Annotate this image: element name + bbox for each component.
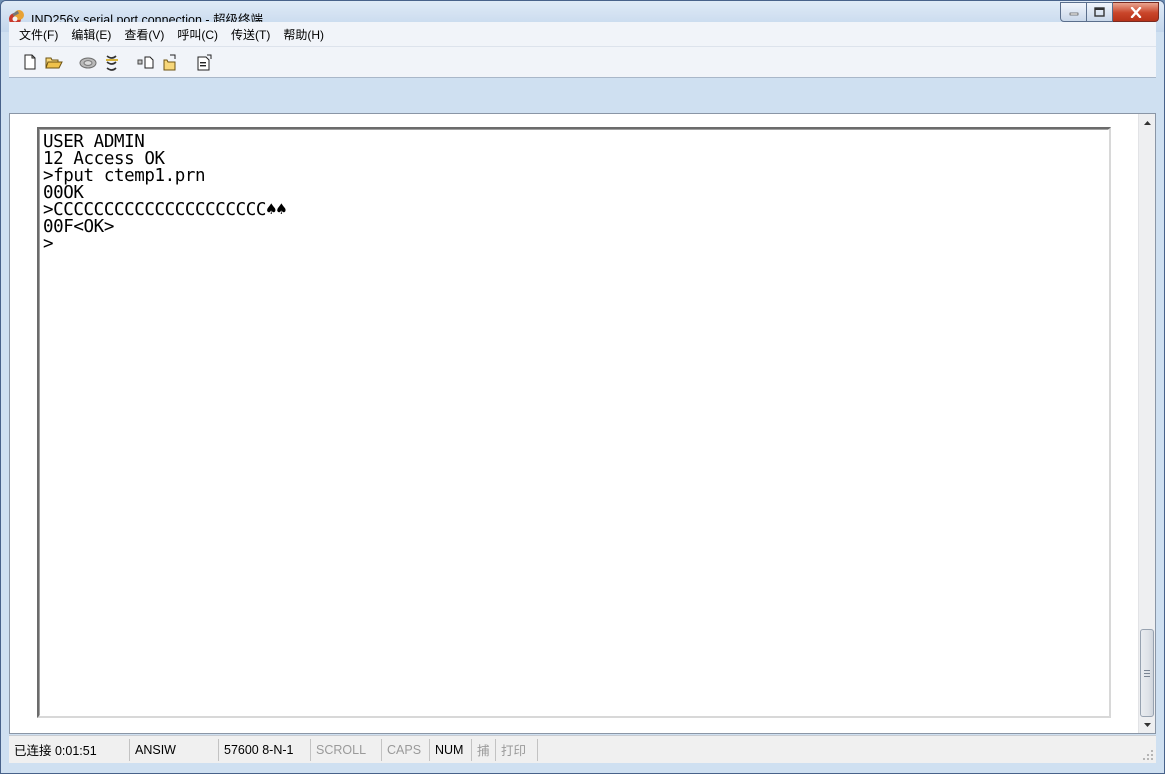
phone-call-icon [79, 57, 97, 69]
status-print: 打印 [496, 738, 538, 761]
toolbar [9, 47, 1156, 78]
properties-button[interactable] [194, 52, 214, 72]
vertical-scrollbar[interactable] [1138, 114, 1155, 733]
arrow-up-icon [1143, 120, 1151, 125]
status-scroll: SCROLL [311, 738, 382, 761]
caption-buttons [1060, 2, 1159, 22]
scrollbar-grip-icon [1144, 669, 1150, 677]
status-caps: CAPS [382, 738, 430, 761]
minimize-button[interactable] [1060, 2, 1087, 22]
menu-help[interactable]: 帮助(H) [283, 26, 324, 43]
new-connection-button[interactable] [20, 52, 40, 72]
menu-bar: 文件(F) 编辑(E) 查看(V) 呼叫(C) 传送(T) 帮助(H) [9, 22, 1156, 47]
disconnect-icon [106, 54, 118, 71]
terminal-line: 00F<OK> [43, 217, 114, 237]
minimize-icon [1069, 12, 1078, 16]
menu-view[interactable]: 查看(V) [124, 26, 164, 43]
scrollbar-thumb[interactable] [1140, 629, 1154, 717]
maximize-icon [1094, 7, 1105, 17]
hyperterminal-window: IND256x serial port connection - 超级终端 文件… [0, 0, 1165, 774]
close-icon [1130, 6, 1141, 18]
menu-call[interactable]: 呼叫(C) [177, 26, 218, 43]
scroll-up-button[interactable] [1139, 114, 1155, 131]
send-file-icon [137, 56, 154, 69]
status-capture: 捕 [472, 738, 496, 761]
status-emulation: ANSIW [130, 738, 219, 761]
arrow-down-icon [1143, 722, 1151, 727]
receive-button[interactable] [160, 52, 180, 72]
resize-grip-icon[interactable] [1142, 749, 1154, 761]
status-port-settings: 57600 8-N-1 [219, 738, 311, 761]
open-folder-icon [45, 57, 63, 68]
status-bar: 已连接 0:01:51 ANSIW 57600 8-N-1 SCROLL CAP… [9, 735, 1156, 763]
new-document-icon [24, 54, 36, 70]
receive-file-icon [163, 54, 176, 70]
terminal-output: USER ADMIN 12 Access OK >fput ctemp1.prn… [43, 133, 287, 254]
terminal-prompt: > [43, 234, 54, 254]
status-connection-time: 已连接 0:01:51 [9, 738, 130, 761]
terminal-client-area: USER ADMIN 12 Access OK >fput ctemp1.prn… [9, 113, 1156, 734]
close-button[interactable] [1113, 2, 1159, 22]
disconnect-button[interactable] [102, 52, 122, 72]
call-button[interactable] [78, 52, 98, 72]
scroll-down-button[interactable] [1139, 716, 1155, 733]
status-num: NUM [430, 738, 472, 761]
menu-transfer[interactable]: 传送(T) [231, 26, 270, 43]
menu-edit[interactable]: 编辑(E) [71, 26, 111, 43]
send-button[interactable] [136, 52, 156, 72]
properties-icon [197, 54, 212, 70]
maximize-button[interactable] [1087, 2, 1113, 22]
terminal-screen[interactable]: USER ADMIN 12 Access OK >fput ctemp1.prn… [37, 127, 1111, 718]
menu-file[interactable]: 文件(F) [19, 26, 58, 43]
open-button[interactable] [44, 52, 64, 72]
